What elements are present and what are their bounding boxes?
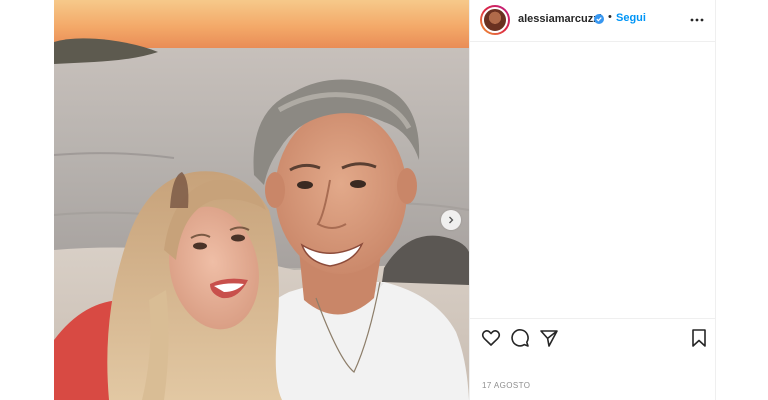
- paper-plane-icon[interactable]: [539, 328, 559, 348]
- instagram-post: alessiamarcuzzi • Segui 17 AGOSTO: [54, 0, 716, 400]
- selfie-sunset-image: [54, 0, 469, 400]
- next-photo-button[interactable]: [441, 210, 461, 230]
- bookmark-icon[interactable]: [689, 328, 709, 348]
- avatar-image: [482, 7, 508, 33]
- verified-badge-icon: [594, 14, 604, 24]
- more-options-icon[interactable]: [689, 12, 705, 28]
- comment-icon[interactable]: [510, 328, 530, 348]
- post-header: alessiamarcuzzi • Segui: [470, 0, 715, 42]
- chevron-right-icon: [449, 216, 454, 224]
- username-link[interactable]: alessiamarcuzzi: [518, 13, 602, 25]
- post-photo[interactable]: [54, 0, 469, 400]
- follow-button[interactable]: Segui: [616, 12, 646, 24]
- post-sidebar: alessiamarcuzzi • Segui 17 AGOSTO: [469, 0, 715, 400]
- post-date[interactable]: 17 AGOSTO: [482, 381, 530, 390]
- post-actions-bar: [470, 318, 715, 358]
- separator-dot: •: [608, 11, 612, 23]
- avatar[interactable]: [480, 5, 510, 35]
- heart-icon[interactable]: [481, 328, 501, 348]
